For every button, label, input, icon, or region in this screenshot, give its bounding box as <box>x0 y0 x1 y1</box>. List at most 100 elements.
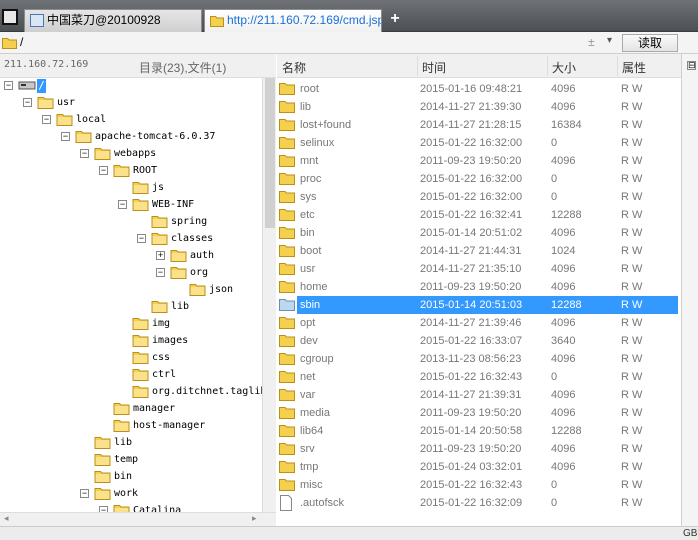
expander-icon[interactable]: − <box>99 166 108 175</box>
file-time: 2015-01-16 09:48:21 <box>420 83 523 95</box>
window-icon[interactable] <box>2 9 18 25</box>
tree-node-label: ctrl <box>152 369 177 380</box>
file-row[interactable]: lib 2014-11-27 21:39:30 4096 R W <box>277 98 681 116</box>
tab-cmd-jsp[interactable]: http://211.160.72.169/cmd.jsp <box>204 9 382 32</box>
file-row[interactable]: root 2015-01-16 09:48:21 4096 R W <box>277 80 681 98</box>
folder-icon <box>170 248 187 265</box>
file-row[interactable]: srv 2011-09-23 19:50:20 4096 R W <box>277 440 681 458</box>
page-icon <box>30 14 44 27</box>
file-row[interactable]: dev 2015-01-22 16:33:07 3640 R W <box>277 332 681 350</box>
file-icon <box>280 495 292 511</box>
expander-icon[interactable]: − <box>23 98 32 107</box>
file-row[interactable]: proc 2015-01-22 16:32:00 0 R W <box>277 170 681 188</box>
column-size[interactable]: 大小 <box>552 59 576 76</box>
scroll-thumb[interactable] <box>265 78 275 228</box>
tree-hscrollbar[interactable]: ◂ ▸ <box>0 512 276 526</box>
scroll-right-icon[interactable]: ▸ <box>252 513 257 524</box>
tree-node-label: org.ditchnet.taglib <box>152 386 262 397</box>
file-row[interactable]: selinux 2015-01-22 16:32:00 0 R W <box>277 134 681 152</box>
expander-icon[interactable]: − <box>80 489 89 498</box>
file-attr: R W <box>621 299 643 311</box>
folder-icon <box>279 371 295 383</box>
folder-icon <box>279 263 295 275</box>
path-input[interactable]: / <box>20 35 23 49</box>
file-row[interactable]: usr 2014-11-27 21:35:10 4096 R W <box>277 260 681 278</box>
folder-icon <box>279 209 295 221</box>
file-row[interactable]: bin 2015-01-14 20:51:02 4096 R W <box>277 224 681 242</box>
column-name[interactable]: 名称 <box>282 59 306 76</box>
expander-icon[interactable]: − <box>42 115 51 124</box>
tree-node-label: / <box>37 79 46 93</box>
file-size: 0 <box>551 497 558 509</box>
file-attr: R W <box>621 335 643 347</box>
tree-node-label: WEB-INF <box>152 199 195 210</box>
file-size: 0 <box>551 137 558 149</box>
file-name: dev <box>300 335 318 347</box>
tree-node-label: auth <box>190 250 215 261</box>
file-row[interactable]: tmp 2015-01-24 03:32:01 4096 R W <box>277 458 681 476</box>
file-row[interactable]: misc 2015-01-22 16:32:43 0 R W <box>277 476 681 494</box>
expander-icon[interactable]: + <box>156 251 165 260</box>
plus-minus-icon[interactable]: ± <box>588 35 595 49</box>
read-button[interactable]: 读取 <box>622 34 678 52</box>
tab-caidao[interactable]: 中国菜刀@20100928 <box>24 9 202 32</box>
column-time[interactable]: 时间 <box>422 59 446 76</box>
file-row[interactable]: cgroup 2013-11-23 08:56:23 4096 R W <box>277 350 681 368</box>
file-time: 2011-09-23 19:50:20 <box>420 155 522 167</box>
file-size: 4096 <box>551 101 576 113</box>
expander-icon[interactable]: − <box>4 81 13 90</box>
expander-icon[interactable]: − <box>137 234 146 243</box>
file-attr: R W <box>621 83 643 95</box>
file-attr: R W <box>621 191 643 203</box>
tab-label: http://211.160.72.169/cmd.jsp <box>227 13 382 27</box>
file-row[interactable]: sbin 2015-01-14 20:51:03 12288 R W <box>277 296 681 314</box>
new-tab-button[interactable]: + <box>386 9 404 29</box>
expander-icon[interactable]: − <box>156 268 165 277</box>
expander-icon[interactable]: − <box>61 132 70 141</box>
scroll-left-icon[interactable]: ◂ <box>4 513 9 524</box>
file-row[interactable]: sys 2015-01-22 16:32:00 0 R W <box>277 188 681 206</box>
file-attr: R W <box>621 371 643 383</box>
chevron-down-icon[interactable]: ▾ <box>607 35 612 46</box>
file-size: 4096 <box>551 155 576 167</box>
folder-icon <box>132 350 149 367</box>
file-time: 2011-09-23 19:50:20 <box>420 443 522 455</box>
file-size: 12288 <box>551 425 582 437</box>
folder-icon <box>132 384 149 401</box>
folder-icon <box>279 173 295 185</box>
collapse-icon[interactable]: ⊟ <box>687 61 696 70</box>
file-row[interactable]: boot 2014-11-27 21:44:31 1024 R W <box>277 242 681 260</box>
file-row[interactable]: mnt 2011-09-23 19:50:20 4096 R W <box>277 152 681 170</box>
file-row[interactable]: lost+found 2014-11-27 21:28:15 16384 R W <box>277 116 681 134</box>
file-name: etc <box>300 209 315 221</box>
folder-icon <box>279 83 295 95</box>
folder-icon <box>37 95 54 112</box>
folder-icon <box>94 146 111 163</box>
file-time: 2015-01-22 16:33:07 <box>420 335 523 347</box>
file-row[interactable]: etc 2015-01-22 16:32:41 12288 R W <box>277 206 681 224</box>
expander-icon[interactable]: − <box>118 200 127 209</box>
tree-scrollbar[interactable] <box>262 78 276 512</box>
file-name: lost+found <box>300 119 352 131</box>
file-time: 2015-01-22 16:32:00 <box>420 137 523 149</box>
file-time: 2014-11-27 21:39:31 <box>420 389 522 401</box>
file-row[interactable]: opt 2014-11-27 21:39:46 4096 R W <box>277 314 681 332</box>
file-attr: R W <box>621 173 643 185</box>
tree-node-label: work <box>114 488 139 499</box>
column-attr[interactable]: 属性 <box>622 59 646 76</box>
expander-icon[interactable]: − <box>80 149 89 158</box>
folder-icon <box>279 101 295 113</box>
file-row[interactable]: net 2015-01-22 16:32:43 0 R W <box>277 368 681 386</box>
file-row[interactable]: var 2014-11-27 21:39:31 4096 R W <box>277 386 681 404</box>
file-attr: R W <box>621 137 643 149</box>
file-size: 16384 <box>551 119 582 131</box>
file-row[interactable]: lib64 2015-01-14 20:50:58 12288 R W <box>277 422 681 440</box>
file-name: selinux <box>300 137 335 149</box>
file-row[interactable]: media 2011-09-23 19:50:20 4096 R W <box>277 404 681 422</box>
file-name: cgroup <box>300 353 334 365</box>
file-name: lib <box>300 101 312 113</box>
file-row[interactable]: home 2011-09-23 19:50:20 4096 R W <box>277 278 681 296</box>
tree-header: 211.160.72.169 目录(23),文件(1) <box>0 54 276 78</box>
file-name: var <box>300 389 316 401</box>
file-row[interactable]: .autofsck 2015-01-22 16:32:09 0 R W <box>277 494 681 512</box>
